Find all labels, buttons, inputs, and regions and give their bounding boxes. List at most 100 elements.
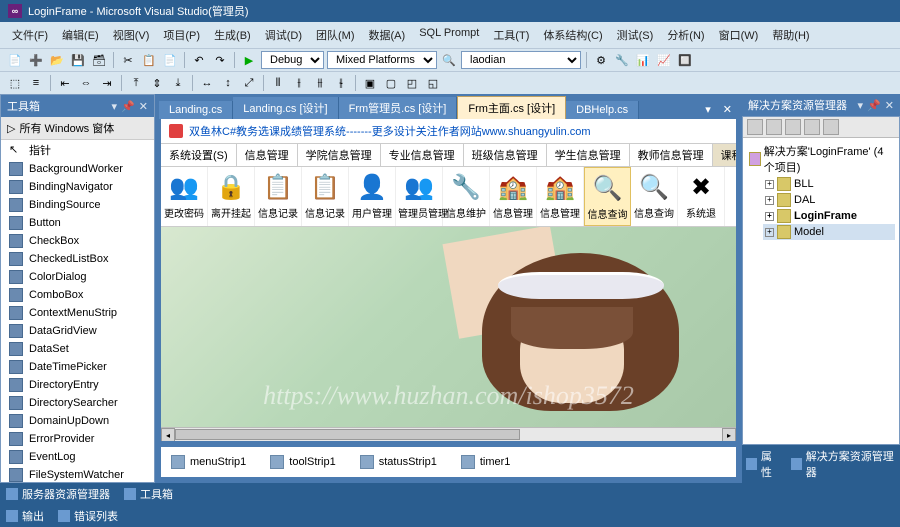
solution-project-node[interactable]: +BLL xyxy=(763,176,895,192)
error-list-tab[interactable]: 错误列表 xyxy=(58,508,118,524)
toolbox-item[interactable]: BackgroundWorker xyxy=(1,160,154,178)
undo-icon[interactable]: ↶ xyxy=(190,51,208,69)
document-tab[interactable]: Frm管理员.cs [设计] xyxy=(339,97,458,119)
tool-icon[interactable]: ⚙ xyxy=(592,51,610,69)
find-icon[interactable]: 🔍 xyxy=(440,51,458,69)
tool-icon[interactable]: 🔲 xyxy=(676,51,694,69)
tool-icon[interactable]: 📈 xyxy=(655,51,673,69)
tray-component[interactable]: menuStrip1 xyxy=(171,455,246,469)
output-tab[interactable]: 输出 xyxy=(6,508,44,524)
align-left-icon[interactable]: ⇤ xyxy=(56,74,74,92)
form-nav-tab[interactable]: 班级信息管理 xyxy=(464,144,547,166)
expand-icon[interactable]: + xyxy=(765,228,774,237)
toolbox-item[interactable]: BindingSource xyxy=(1,196,154,214)
sol-tool-icon[interactable] xyxy=(766,119,782,135)
form-big-button[interactable]: 📋信息记录 xyxy=(302,167,349,226)
start-debug-icon[interactable]: ▶ xyxy=(240,51,258,69)
config-combo[interactable]: Debug xyxy=(261,51,324,69)
menu-item[interactable]: 调试(D) xyxy=(259,25,308,45)
toolbox-item[interactable]: ErrorProvider xyxy=(1,430,154,448)
toolbox-item[interactable]: CheckedListBox xyxy=(1,250,154,268)
menu-item[interactable]: 编辑(E) xyxy=(56,25,105,45)
expand-icon[interactable]: + xyxy=(765,196,774,205)
dropdown-icon[interactable]: ▾ xyxy=(112,100,118,113)
form-big-button[interactable]: 🔒离开挂起 xyxy=(208,167,255,226)
tool-icon[interactable]: 📊 xyxy=(634,51,652,69)
scroll-right-icon[interactable]: ▸ xyxy=(722,428,736,441)
align-icon[interactable]: ≡ xyxy=(27,74,45,92)
menu-item[interactable]: 窗口(W) xyxy=(713,25,765,45)
order-icon[interactable]: ▢ xyxy=(382,74,400,92)
toolbox-item[interactable]: DirectorySearcher xyxy=(1,394,154,412)
tray-component[interactable]: statusStrip1 xyxy=(360,455,437,469)
tray-component[interactable]: toolStrip1 xyxy=(270,455,335,469)
form-nav-tab[interactable]: 学院信息管理 xyxy=(298,144,381,166)
size-icon[interactable]: ↕ xyxy=(219,74,237,92)
close-icon[interactable]: ✕ xyxy=(885,99,894,112)
cut-icon[interactable]: ✂ xyxy=(119,51,137,69)
close-icon[interactable]: ✕ xyxy=(139,100,148,113)
platform-combo[interactable]: Mixed Platforms xyxy=(327,51,437,69)
expand-icon[interactable]: + xyxy=(765,180,774,189)
toolbox-item[interactable]: DataSet xyxy=(1,340,154,358)
align-right-icon[interactable]: ⇥ xyxy=(98,74,116,92)
toolbox-group-header[interactable]: ▷ 所有 Windows 窗体 xyxy=(1,117,154,140)
sol-tool-icon[interactable] xyxy=(785,119,801,135)
toolbox-item[interactable]: ↖指针 xyxy=(1,140,154,160)
tray-component[interactable]: timer1 xyxy=(461,455,511,469)
open-icon[interactable]: 📂 xyxy=(48,51,66,69)
form-nav-tab[interactable]: 课程信息管理 xyxy=(713,144,736,166)
form-big-button[interactable]: 🏫信息管理 xyxy=(537,167,584,226)
pin-icon[interactable]: 📌 xyxy=(867,99,881,112)
solution-project-node[interactable]: +DAL xyxy=(763,192,895,208)
solution-project-node[interactable]: +Model xyxy=(763,224,895,240)
toolbox-item[interactable]: EventLog xyxy=(1,448,154,466)
copy-icon[interactable]: 📋 xyxy=(140,51,158,69)
menu-item[interactable]: 视图(V) xyxy=(107,25,156,45)
menu-item[interactable]: SQL Prompt xyxy=(413,25,485,45)
form-nav-tab[interactable]: 信息管理 xyxy=(237,144,298,166)
properties-tab[interactable]: 属性 xyxy=(746,448,781,480)
server-explorer-tab[interactable]: 服务器资源管理器 xyxy=(6,486,110,502)
find-combo[interactable]: laodian xyxy=(461,51,581,69)
form-nav-tab[interactable]: 系统设置(S) xyxy=(161,144,237,166)
toolbox-item[interactable]: DateTimePicker xyxy=(1,358,154,376)
align-icon[interactable]: ⬚ xyxy=(6,74,24,92)
new-project-icon[interactable]: 📄 xyxy=(6,51,24,69)
form-big-button[interactable]: 🔍信息查询 xyxy=(631,167,678,226)
tool-icon[interactable]: 🔧 xyxy=(613,51,631,69)
size-icon[interactable]: ⤢ xyxy=(240,74,258,92)
space-icon[interactable]: ⫴ xyxy=(269,74,287,92)
space-icon[interactable]: ⫳ xyxy=(332,74,350,92)
form-big-button[interactable]: 👤用户管理 xyxy=(349,167,396,226)
form-nav-tab[interactable]: 教师信息管理 xyxy=(630,144,713,166)
solution-tab[interactable]: 解决方案资源管理器 xyxy=(791,448,896,480)
document-tab[interactable]: Landing.cs xyxy=(159,101,233,119)
save-icon[interactable]: 💾 xyxy=(69,51,87,69)
document-tab[interactable]: Frm主面.cs [设计] xyxy=(457,96,566,119)
space-icon[interactable]: ⫲ xyxy=(290,74,308,92)
horizontal-scrollbar[interactable]: ◂ ▸ xyxy=(161,427,736,441)
toolbox-item[interactable]: ColorDialog xyxy=(1,268,154,286)
tab-close-icon[interactable]: ✕ xyxy=(717,100,738,119)
sol-tool-icon[interactable] xyxy=(747,119,763,135)
menu-item[interactable]: 团队(M) xyxy=(310,25,361,45)
form-big-button[interactable]: 🔧信息维护 xyxy=(443,167,490,226)
align-top-icon[interactable]: ⤒ xyxy=(127,74,145,92)
form-big-button[interactable]: 🏫信息管理 xyxy=(490,167,537,226)
form-nav-tab[interactable]: 学生信息管理 xyxy=(547,144,630,166)
toolbox-item[interactable]: DomainUpDown xyxy=(1,412,154,430)
space-icon[interactable]: ⫵ xyxy=(311,74,329,92)
toolbox-item[interactable]: DataGridView xyxy=(1,322,154,340)
solution-project-node[interactable]: +LoginFrame xyxy=(763,208,895,224)
toolbox-item[interactable]: ContextMenuStrip xyxy=(1,304,154,322)
pin-icon[interactable]: 📌 xyxy=(121,100,135,113)
expand-icon[interactable]: + xyxy=(765,212,774,221)
add-item-icon[interactable]: ➕ xyxy=(27,51,45,69)
menu-item[interactable]: 分析(N) xyxy=(661,25,710,45)
redo-icon[interactable]: ↷ xyxy=(211,51,229,69)
form-designer[interactable]: 双鱼林C#教务选课成绩管理系统-------更多设计关注作者网站www.shua… xyxy=(161,119,736,441)
dropdown-icon[interactable]: ▾ xyxy=(858,99,864,112)
menu-item[interactable]: 测试(S) xyxy=(611,25,660,45)
menu-item[interactable]: 项目(P) xyxy=(157,25,206,45)
